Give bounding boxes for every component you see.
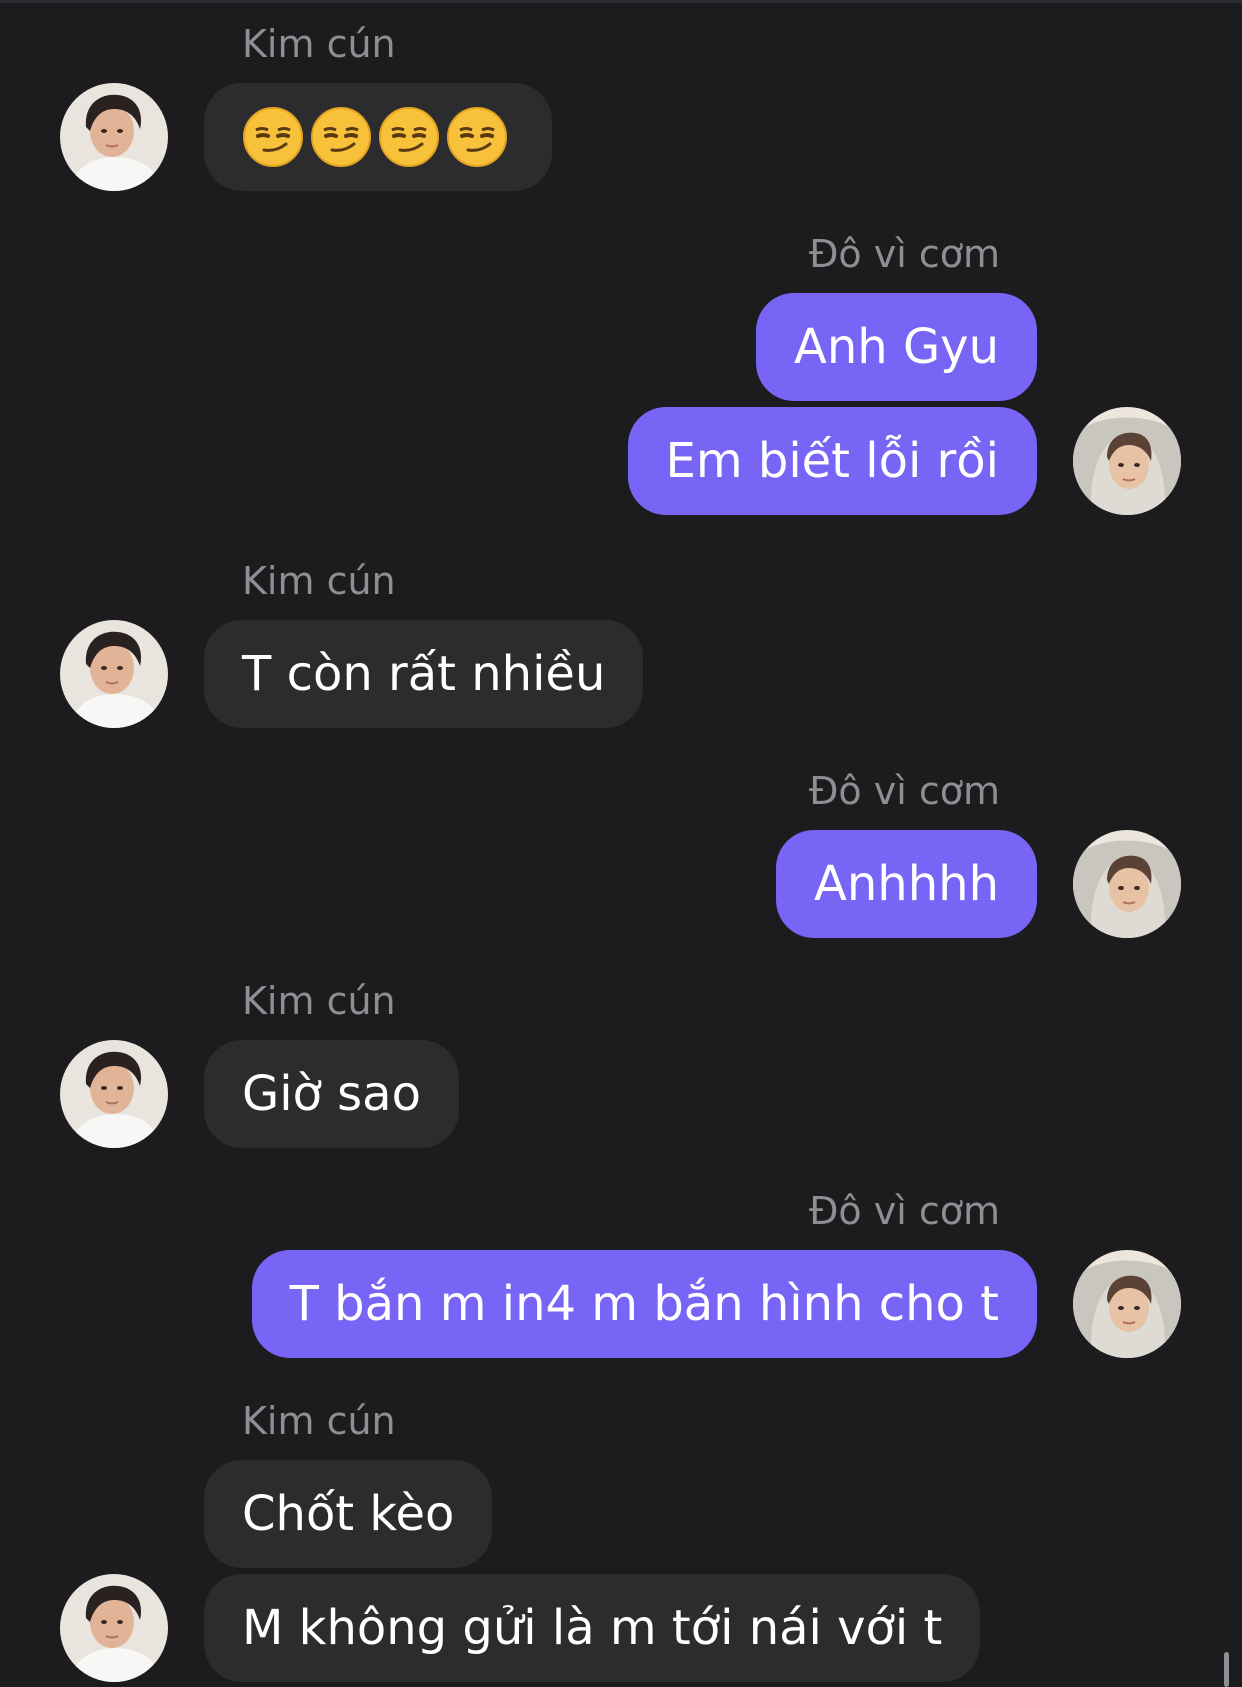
scrollbar-thumb[interactable] bbox=[1224, 1652, 1229, 1687]
avatar-do-vi-com[interactable] bbox=[1073, 830, 1181, 938]
avatar-do-vi-com[interactable] bbox=[1073, 407, 1181, 515]
message-bubble-incoming[interactable]: Chốt kèo bbox=[204, 1460, 493, 1568]
sender-name-do-vi-com: Đô vì cơm bbox=[808, 232, 1000, 276]
smirking-face-icon bbox=[446, 106, 508, 168]
message-bubble-outgoing[interactable]: Anh Gyu bbox=[756, 293, 1037, 401]
message-bubble-incoming[interactable]: T còn rất nhiều bbox=[204, 620, 644, 728]
avatar-kim-cun[interactable] bbox=[60, 620, 168, 728]
sender-name-kim-cun: Kim cún bbox=[242, 979, 396, 1023]
sender-name-do-vi-com: Đô vì cơm bbox=[808, 1189, 1000, 1233]
message-bubble-outgoing[interactable]: T bắn m in4 m bắn hình cho t bbox=[251, 1250, 1037, 1358]
smirking-face-icon bbox=[378, 106, 440, 168]
sender-name-do-vi-com: Đô vì cơm bbox=[808, 769, 1000, 813]
sender-name-kim-cun: Kim cún bbox=[242, 22, 396, 66]
avatar-do-vi-com[interactable] bbox=[1073, 1250, 1181, 1358]
smirking-face-icon bbox=[310, 106, 372, 168]
avatar-kim-cun[interactable] bbox=[60, 83, 168, 191]
avatar-kim-cun[interactable] bbox=[60, 1040, 168, 1148]
smirking-face-icon bbox=[242, 106, 304, 168]
message-bubble-incoming[interactable]: Giờ sao bbox=[204, 1040, 459, 1148]
emoji-row bbox=[242, 83, 514, 191]
message-bubble-incoming[interactable]: M không gửi là m tới nái với t bbox=[204, 1574, 981, 1682]
avatar-kim-cun[interactable] bbox=[60, 1574, 168, 1682]
message-bubble-emoji[interactable] bbox=[204, 83, 552, 191]
sender-name-kim-cun: Kim cún bbox=[242, 1399, 396, 1443]
top-divider bbox=[0, 0, 1242, 3]
message-bubble-outgoing[interactable]: Em biết lỗi rồi bbox=[627, 407, 1037, 515]
sender-name-kim-cun: Kim cún bbox=[242, 559, 396, 603]
message-bubble-outgoing[interactable]: Anhhhh bbox=[776, 830, 1037, 938]
